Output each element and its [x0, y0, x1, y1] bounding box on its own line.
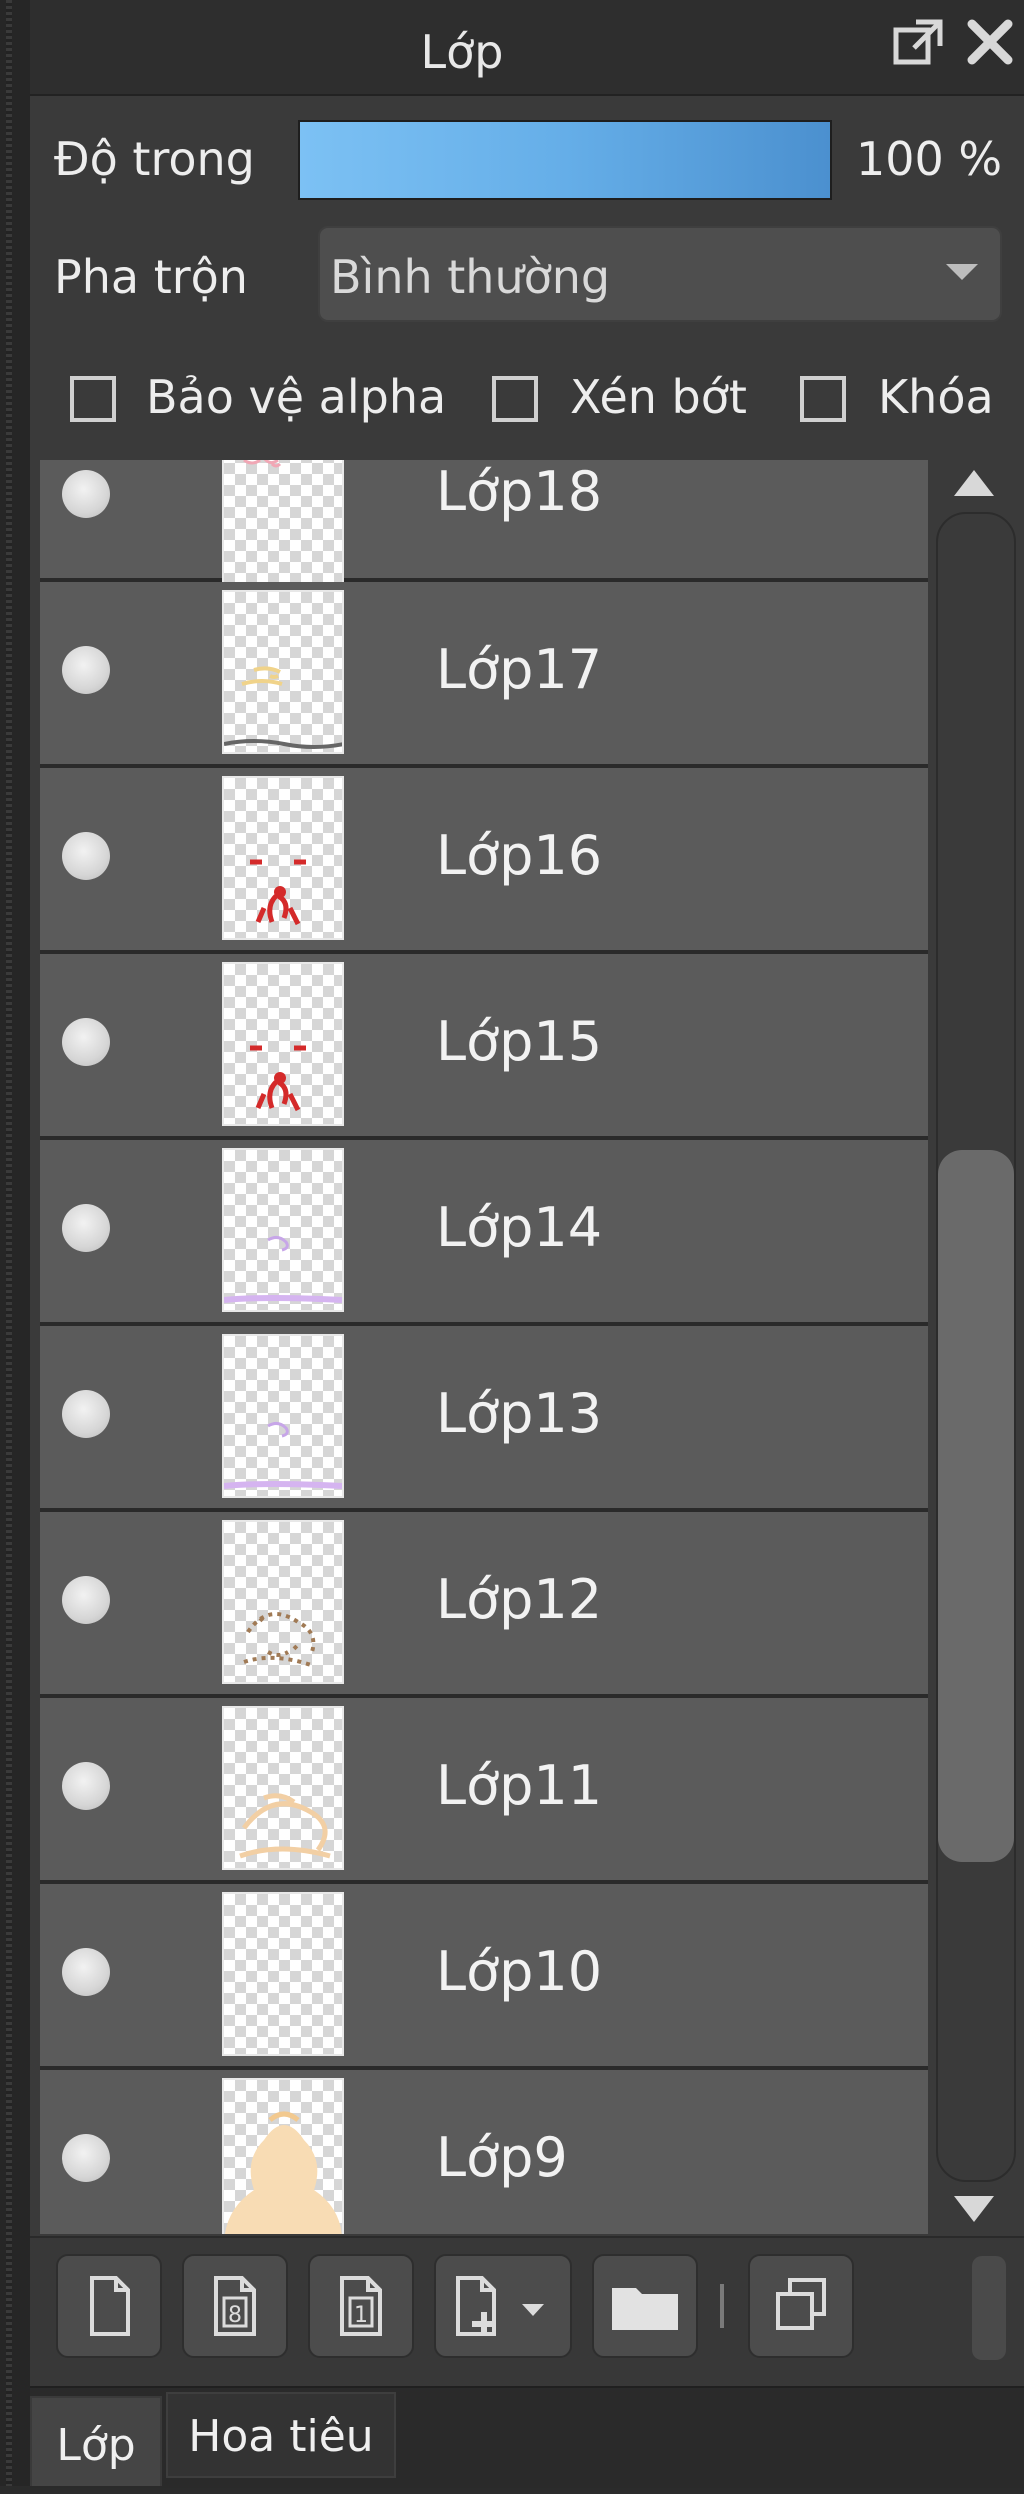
duplicate-layer-icon [776, 2278, 826, 2330]
visibility-toggle-icon[interactable] [62, 646, 110, 694]
visibility-toggle-icon[interactable] [62, 1948, 110, 1996]
dock-edge-grip[interactable] [0, 0, 32, 2486]
opacity-value: 100 % [856, 132, 1003, 186]
tab-navigator[interactable]: Hoa tiêu [166, 2392, 396, 2478]
visibility-toggle-icon[interactable] [62, 1204, 110, 1252]
tab-layers[interactable]: Lớp [30, 2396, 162, 2486]
layer-thumbnail [222, 1706, 344, 1870]
layer-thumbnail-art [239, 1793, 331, 1859]
visibility-toggle-icon[interactable] [62, 832, 110, 880]
opacity-label: Độ trong [54, 132, 255, 186]
layer-thumbnail-art [250, 1045, 306, 1112]
popout-icon[interactable] [888, 14, 948, 74]
visibility-toggle-icon[interactable] [62, 470, 110, 518]
layer-thumbnail-art [224, 1235, 342, 1303]
new-1bit-layer-icon: 1 [340, 2276, 382, 2336]
opacity-slider[interactable] [298, 120, 832, 200]
protect-alpha-checkbox[interactable] [70, 376, 116, 422]
scrollbar-thumb[interactable] [938, 1150, 1014, 1862]
lock-label[interactable]: Khóa [878, 370, 994, 424]
layer-thumbnail-art [225, 2111, 342, 2234]
visibility-toggle-icon[interactable] [62, 2134, 110, 2182]
layer-name[interactable]: Lớp14 [436, 1196, 602, 1259]
lock-checkbox[interactable] [800, 376, 846, 422]
chevron-down-icon[interactable] [946, 264, 978, 280]
layer-row[interactable]: Lớp17 [40, 582, 928, 768]
blend-mode-value: Bình thường [330, 250, 611, 304]
layer-row[interactable]: Lớp12 [40, 1512, 928, 1698]
blend-mode-label: Pha trộn [54, 250, 248, 304]
add-layer-menu-button[interactable] [434, 2254, 572, 2358]
add-layer-menu-icon [456, 2276, 544, 2336]
layer-thumbnail [222, 1892, 344, 2056]
layer-row[interactable]: Lớp11 [40, 1698, 928, 1884]
visibility-toggle-icon[interactable] [62, 1390, 110, 1438]
layer-name[interactable]: Lớp12 [436, 1568, 602, 1631]
layer-name[interactable]: Lớp11 [436, 1754, 602, 1817]
layer-list[interactable]: Lớp18 Lớp17 Lớp16 Lớp15 Lớp14 Lớp13 Lớp12 Lớp11… [40, 460, 928, 2234]
layer-thumbnail-art [250, 859, 306, 926]
visibility-toggle-icon[interactable] [62, 1762, 110, 1810]
svg-text:8: 8 [228, 2303, 242, 2328]
layer-thumbnail [222, 2078, 344, 2234]
layer-thumbnail [222, 1520, 344, 1684]
new-folder-icon [612, 2288, 678, 2330]
toolbar-separator [720, 2284, 724, 2328]
layer-thumbnail-art [243, 1612, 316, 1668]
layer-name[interactable]: Lớp10 [436, 1940, 602, 2003]
panel-title: Lớp [420, 25, 504, 79]
layer-thumbnail [222, 962, 344, 1126]
layer-thumbnail-art [224, 1421, 342, 1489]
new-8bit-layer-button[interactable]: 8 [182, 2254, 288, 2358]
layer-name[interactable]: Lớp9 [436, 2126, 568, 2189]
layer-name[interactable]: Lớp18 [436, 460, 602, 523]
layer-row[interactable]: Lớp10 [40, 1884, 928, 2070]
scroll-down-arrow-icon[interactable] [954, 2196, 994, 2222]
new-layer-button[interactable] [56, 2254, 162, 2358]
layer-name[interactable]: Lớp16 [436, 824, 602, 887]
clipping-label[interactable]: Xén bớt [570, 370, 747, 424]
layer-thumbnail [222, 1148, 344, 1312]
layer-name[interactable]: Lớp17 [436, 638, 602, 701]
new-8bit-layer-icon: 8 [214, 2276, 256, 2336]
layer-thumbnail [222, 590, 344, 754]
layer-row[interactable]: Lớp14 [40, 1140, 928, 1326]
close-icon[interactable] [960, 12, 1020, 72]
layer-row[interactable]: Lớp13 [40, 1326, 928, 1512]
layer-row[interactable]: Lớp9 [40, 2070, 928, 2234]
visibility-toggle-icon[interactable] [62, 1576, 110, 1624]
duplicate-layer-button[interactable] [748, 2254, 854, 2358]
clipping-checkbox[interactable] [492, 376, 538, 422]
svg-text:1: 1 [354, 2303, 368, 2328]
toolbar-overflow-handle[interactable] [972, 2256, 1006, 2360]
layer-row[interactable]: Lớp18 [40, 460, 928, 614]
layer-thumbnail-art [224, 666, 342, 749]
layer-row[interactable]: Lớp16 [40, 768, 928, 954]
layer-thumbnail [222, 1334, 344, 1498]
new-folder-button[interactable] [592, 2254, 698, 2358]
new-1bit-layer-button[interactable]: 1 [308, 2254, 414, 2358]
visibility-toggle-icon[interactable] [62, 1018, 110, 1066]
layer-row[interactable]: Lớp15 [40, 954, 928, 1140]
scroll-up-arrow-icon[interactable] [954, 470, 994, 496]
layer-name[interactable]: Lớp13 [436, 1382, 602, 1445]
layer-thumbnail [222, 776, 344, 940]
new-layer-icon [90, 2276, 130, 2336]
protect-alpha-label[interactable]: Bảo vệ alpha [146, 370, 446, 424]
layer-name[interactable]: Lớp15 [436, 1010, 602, 1073]
